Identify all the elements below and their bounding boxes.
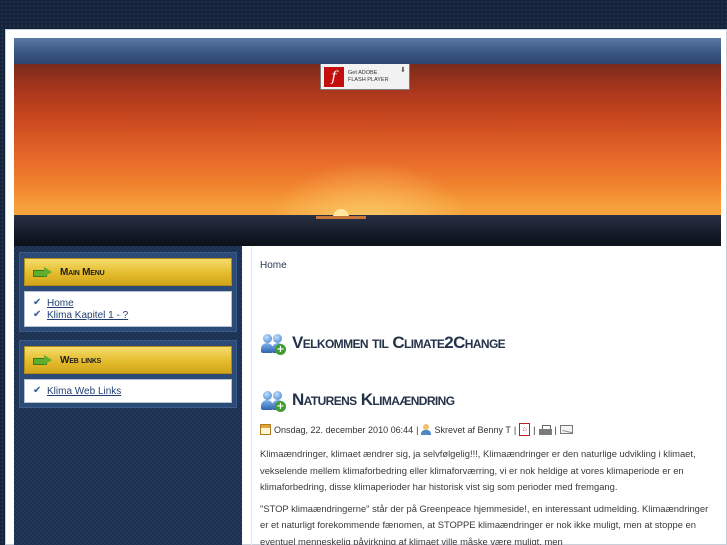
author-icon xyxy=(421,424,432,435)
top-bar xyxy=(14,38,721,64)
menu-item-klima-kapitel[interactable]: ✔ Klima Kapitel 1 - ? xyxy=(33,309,223,321)
web-links-list: ✔ Klima Web Links xyxy=(24,379,232,403)
article-date: Onsdag, 22. december 2010 06:44 xyxy=(274,424,414,435)
web-links-module: Web links ✔ Klima Web Links xyxy=(19,340,237,408)
users-icon: + xyxy=(260,330,286,356)
web-links-title: Web links xyxy=(60,354,102,366)
separator: | xyxy=(554,424,557,435)
sidebar: Main Menu ✔ Home ✔ Klima Kapitel 1 - ? W… xyxy=(14,246,242,545)
menu-link-klima-web-links[interactable]: Klima Web Links xyxy=(47,386,121,397)
separator: | xyxy=(416,424,419,435)
arrow-right-icon xyxy=(33,355,53,365)
users-icon: + xyxy=(260,387,286,413)
page-wrapper: f Get ADOBE FLASH PLAYER ⬇ Main Menu ✔ H… xyxy=(5,29,727,545)
flash-label-line2: FLASH PLAYER xyxy=(348,76,389,83)
main-menu-header: Main Menu xyxy=(24,258,232,286)
main-content: Home + Velkommen til Climate2Change + Na… xyxy=(251,246,721,545)
main-menu-title: Main Menu xyxy=(60,266,105,278)
page-title: Velkommen til Climate2Change xyxy=(292,333,506,352)
check-icon: ✔ xyxy=(33,309,42,320)
download-arrow-icon: ⬇ xyxy=(400,66,406,74)
flash-label-line1: Get ADOBE xyxy=(348,69,378,76)
menu-link-klima-kapitel[interactable]: Klima Kapitel 1 - ? xyxy=(47,310,128,321)
article-body: Klimaændringer, klimaet ændrer sig, ja s… xyxy=(260,446,712,545)
breadcrumb[interactable]: Home xyxy=(260,260,287,271)
print-icon[interactable] xyxy=(538,424,552,435)
header-banner: f Get ADOBE FLASH PLAYER ⬇ xyxy=(14,64,721,246)
sun-reflection xyxy=(316,216,366,219)
web-links-header: Web links xyxy=(24,346,232,374)
flash-label: Get ADOBE FLASH PLAYER xyxy=(348,70,389,84)
article-meta: Onsdag, 22. december 2010 06:44 | Skreve… xyxy=(260,423,573,436)
menu-item-klima-web-links[interactable]: ✔ Klima Web Links xyxy=(33,385,223,397)
check-icon: ✔ xyxy=(33,385,42,396)
get-flash-player-button[interactable]: f Get ADOBE FLASH PLAYER ⬇ xyxy=(320,64,410,90)
calendar-icon xyxy=(260,424,271,435)
arrow-right-icon xyxy=(33,267,53,277)
separator: | xyxy=(513,424,517,435)
article-paragraph: "STOP klimaændringerne" står der på Gree… xyxy=(260,502,709,545)
page-title-row: + Velkommen til Climate2Change xyxy=(260,330,506,356)
article-author: Skrevet af Benny T xyxy=(434,424,511,435)
article-paragraph: Klimaændringer, klimaet ændrer sig, ja s… xyxy=(260,448,696,492)
article-title-row: + Naturens Klimaændring xyxy=(260,387,455,413)
check-icon: ✔ xyxy=(33,297,42,308)
main-menu-module: Main Menu ✔ Home ✔ Klima Kapitel 1 - ? xyxy=(19,252,237,332)
flash-icon: f xyxy=(324,66,344,87)
email-icon[interactable] xyxy=(559,425,573,434)
sea xyxy=(14,215,721,246)
article-title: Naturens Klimaændring xyxy=(292,390,455,409)
separator: | xyxy=(533,424,536,435)
menu-item-home[interactable]: ✔ Home xyxy=(33,297,223,309)
pdf-icon[interactable]: ⌂ xyxy=(519,423,531,436)
main-menu-list: ✔ Home ✔ Klima Kapitel 1 - ? xyxy=(24,291,232,327)
menu-link-home[interactable]: Home xyxy=(47,298,74,309)
